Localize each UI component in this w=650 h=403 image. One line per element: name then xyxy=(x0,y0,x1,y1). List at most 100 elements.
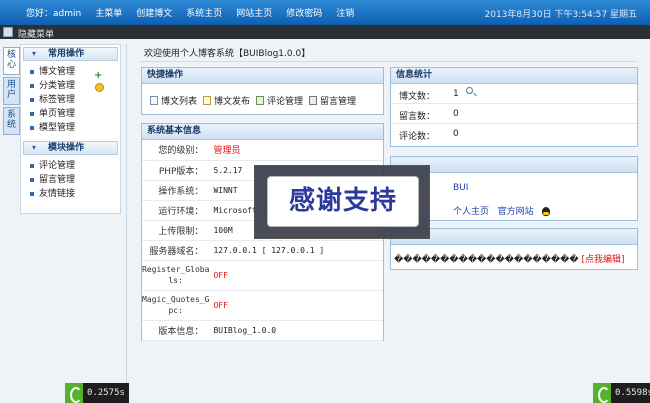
info-key: 服务器域名： xyxy=(142,240,210,261)
sidebar-item-messages[interactable]: 留言管理 xyxy=(29,173,120,187)
info-key: 运行环境： xyxy=(142,200,210,221)
quick-post-list[interactable]: 博文列表 xyxy=(150,94,197,107)
bullet-icon xyxy=(30,70,34,74)
top-nav: 您好：admin 主菜单 创建博文 系统主页 网站主页 修改密码 注销 xyxy=(26,0,354,25)
user-greeting: 您好：admin xyxy=(26,9,82,19)
nav-main-menu[interactable]: 主菜单 xyxy=(95,6,122,19)
panel-title: 信息统计 xyxy=(391,68,637,84)
load-timer-right: 0.5598s xyxy=(593,383,650,403)
top-bar: 您好：admin 主菜单 创建博文 系统主页 网站主页 修改密码 注销 2013… xyxy=(0,0,650,25)
table-row: Register_Globa ls: OFF xyxy=(142,260,383,291)
bullet-icon xyxy=(30,126,34,130)
stat-key: 评论数： xyxy=(398,132,435,142)
quick-item-label: 留言管理 xyxy=(320,97,357,107)
stat-key: 博文数： xyxy=(398,92,435,102)
refresh-icon[interactable] xyxy=(95,83,104,92)
info-key: ls: xyxy=(168,276,183,285)
thanks-text: 感谢支持 xyxy=(267,176,419,227)
notice-text: �������������������� xyxy=(394,255,579,265)
sidebar-item-label: 分类管理 xyxy=(39,81,76,91)
stat-value: 0 xyxy=(453,129,459,139)
stat-value: 0 xyxy=(453,109,459,119)
bullet-icon xyxy=(30,112,34,116)
nav-logout[interactable]: 注销 xyxy=(336,6,354,19)
sidebar: ▾ 常用操作 博文管理 分类管理 标签管理 单页管理 模型管理 ▾ 模块操作 评… xyxy=(20,44,121,214)
sidebar-item-categories[interactable]: 分类管理 xyxy=(29,79,120,93)
info-value: BUIBlog_1.0.0 xyxy=(209,320,383,341)
edit-link[interactable]: [点我编辑] xyxy=(581,255,624,265)
datetime-display: 2013年8月30日 下午3:54:57 星期五 xyxy=(484,10,638,20)
sidebar-item-posts[interactable]: 博文管理 xyxy=(29,65,120,79)
developer-links: 个人主页 官方网站 xyxy=(453,204,551,217)
info-value: OFF xyxy=(209,290,383,321)
sidebar-item-label: 评论管理 xyxy=(39,161,76,171)
qq-icon[interactable] xyxy=(542,207,551,216)
sidebar-item-label: 博文管理 xyxy=(39,67,76,77)
stat-key: 留言数： xyxy=(398,112,435,122)
sidebar-item-models[interactable]: 模型管理 xyxy=(29,121,120,135)
info-key: 版本信息： xyxy=(142,320,210,341)
quick-message-manage[interactable]: 留言管理 xyxy=(309,94,356,107)
bullet-icon xyxy=(30,164,34,168)
panel-title: 系统基本信息 xyxy=(142,124,383,140)
sidebar-item-label: 标签管理 xyxy=(39,95,76,105)
info-key: 操作系统： xyxy=(142,180,210,201)
quick-comment-manage[interactable]: 评论管理 xyxy=(256,94,303,107)
stat-value: 1 xyxy=(453,89,459,99)
bullet-icon xyxy=(30,192,34,196)
nav-site-home[interactable]: 网站主页 xyxy=(236,6,272,19)
load-timer-left: 0.2575s xyxy=(65,383,129,403)
quick-item-label: 评论管理 xyxy=(267,97,304,107)
info-value: 127.0.0.1 [ 127.0.0.1 ] xyxy=(209,240,383,261)
timer-logo-icon xyxy=(593,383,611,403)
sidebar-item-links[interactable]: 友情链接 xyxy=(29,187,120,201)
divider xyxy=(126,44,127,389)
sidebar-group-title: 常用操作 xyxy=(48,49,85,59)
panel-title: 快捷操作 xyxy=(142,68,383,84)
info-key: 上传限制： xyxy=(142,220,210,241)
info-key: 您的级别： xyxy=(142,140,210,161)
toggle-menu-icon[interactable] xyxy=(3,27,13,37)
sidebar-group-header[interactable]: ▾ 模块操作 xyxy=(23,141,118,155)
sidebar-group-header[interactable]: ▾ 常用操作 xyxy=(23,47,118,61)
table-row: 您的级别： 管理员 xyxy=(142,140,383,161)
table-row: Magic_Quotes_G pc: OFF xyxy=(142,290,383,321)
bullet-icon xyxy=(30,84,34,88)
list-icon xyxy=(150,96,158,105)
sidebar-group-title: 模块操作 xyxy=(48,143,85,153)
timer-value: 0.5598s xyxy=(615,388,650,398)
vertical-tabs: 核心 用户 系统 xyxy=(3,47,20,137)
welcome-text: 欢迎使用个人博客系统【BUIBlog1.0.0】 xyxy=(144,49,311,59)
nav-change-password[interactable]: 修改密码 xyxy=(286,6,322,19)
hide-menu-link[interactable]: 隐藏菜单 xyxy=(18,27,54,40)
info-key: Register_Globa xyxy=(142,265,210,274)
stats-panel: 信息统计 博文数： 1 留言数： 0 评论数： 0 xyxy=(390,67,638,147)
sidebar-item-tags[interactable]: 标签管理 xyxy=(29,93,120,107)
nav-create-post[interactable]: 创建博文 xyxy=(136,6,172,19)
tab-core[interactable]: 核心 xyxy=(3,47,20,75)
info-key: PHP版本： xyxy=(142,160,210,181)
sidebar-item-comments[interactable]: 评论管理 xyxy=(29,159,120,173)
official-site-link[interactable]: 官方网站 xyxy=(498,207,534,217)
quick-post-publish[interactable]: 博文发布 xyxy=(203,94,250,107)
search-icon[interactable] xyxy=(466,87,473,94)
divider xyxy=(140,61,638,62)
tab-system[interactable]: 系统 xyxy=(3,107,20,135)
info-value: 管理员 xyxy=(209,140,383,161)
sidebar-item-pages[interactable]: 单页管理 xyxy=(29,107,120,121)
stat-row: 博文数： 1 xyxy=(391,84,637,104)
stat-row: 留言数： 0 xyxy=(391,104,637,124)
timer-value: 0.2575s xyxy=(87,388,125,398)
personal-homepage-link[interactable]: 个人主页 xyxy=(453,207,489,217)
sidebar-item-label: 模型管理 xyxy=(39,123,76,133)
info-value: OFF xyxy=(209,260,383,291)
quick-item-label: 博文列表 xyxy=(161,97,198,107)
document-icon xyxy=(203,96,212,105)
developer-name[interactable]: BUI xyxy=(453,183,468,193)
tab-users[interactable]: 用户 xyxy=(3,77,20,105)
add-icon[interactable]: + xyxy=(94,70,102,81)
stat-row: 评论数： 0 xyxy=(391,124,637,144)
message-icon xyxy=(309,96,318,105)
info-key: pc: xyxy=(168,306,183,315)
nav-system-home[interactable]: 系统主页 xyxy=(186,6,222,19)
